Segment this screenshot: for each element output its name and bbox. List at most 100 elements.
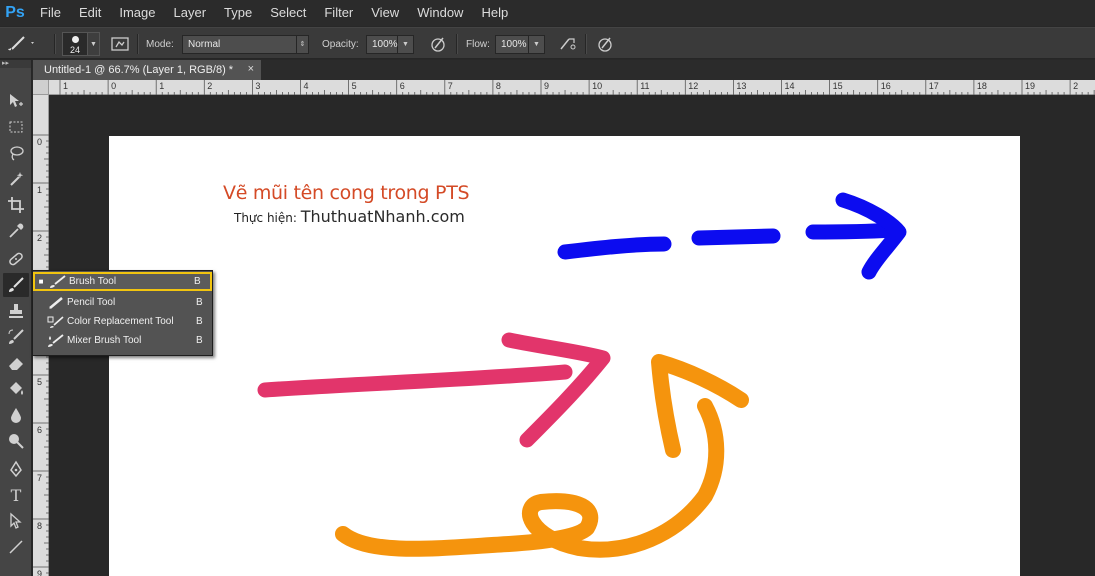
menu-layer[interactable]: Layer: [165, 0, 216, 26]
menu-window[interactable]: Window: [408, 0, 472, 26]
menu-help[interactable]: Help: [472, 0, 517, 26]
pressure-opacity-icon: [431, 37, 445, 52]
paint-bucket-tool[interactable]: [3, 377, 29, 401]
flow-value: 100%: [495, 34, 529, 54]
menu-bar: Ps File Edit Image Layer Type Select Fil…: [0, 0, 1095, 26]
type-tool[interactable]: T: [3, 483, 29, 507]
paint-bucket-icon: [10, 382, 23, 395]
ruler-tick-label: 4: [304, 81, 309, 91]
color-replacement-icon: [45, 314, 67, 330]
flyout-item-mixer-brush-tool[interactable]: Mixer Brush Tool B: [33, 331, 212, 350]
toolbox-grip[interactable]: ▸▸: [0, 60, 31, 68]
menu-filter[interactable]: Filter: [315, 0, 362, 26]
ruler-tick-label: 12: [688, 81, 698, 91]
magic-wand-tool[interactable]: [3, 167, 29, 191]
dodge-tool[interactable]: [3, 429, 29, 453]
close-icon[interactable]: ×: [248, 63, 254, 75]
mode-select[interactable]: Normal ⇕: [182, 28, 309, 60]
crop-icon: [8, 197, 24, 213]
path-selection-tool[interactable]: [3, 509, 29, 533]
brush-icon: [9, 277, 24, 292]
menu-edit[interactable]: Edit: [70, 0, 110, 26]
brush-preset-icon: [6, 33, 36, 56]
ruler-tick-label: 8: [37, 521, 42, 531]
ruler-tick-label: 16: [881, 81, 891, 91]
ruler-tick-label: 19: [1025, 81, 1035, 91]
flow-field[interactable]: 100% ▼: [495, 28, 545, 60]
eyedropper-tool[interactable]: [3, 219, 29, 243]
opacity-field[interactable]: 100% ▼: [366, 28, 414, 60]
ruler-tick-label: 1: [159, 81, 164, 91]
brush-panel-toggle[interactable]: [110, 28, 130, 60]
airbrush-button[interactable]: [557, 28, 579, 60]
eraser-tool[interactable]: [3, 351, 29, 375]
lasso-icon: [10, 146, 24, 161]
opacity-value: 100%: [366, 34, 398, 54]
menu-file[interactable]: File: [30, 0, 70, 26]
pen-tool[interactable]: [3, 457, 29, 481]
ruler-tick-label: 2: [1073, 81, 1078, 91]
document-tab-strip: Untitled-1 @ 66.7% (Layer 1, RGB/8) * ×: [33, 60, 1095, 80]
blur-tool[interactable]: [3, 403, 29, 427]
ruler-tick-label: 2: [37, 233, 42, 243]
shortcut-key: B: [196, 316, 203, 327]
brush-icon: [47, 274, 69, 290]
ruler-tick-label: 5: [352, 81, 357, 91]
flyout-item-pencil-tool[interactable]: Pencil Tool B: [33, 293, 212, 312]
type-icon: T: [10, 485, 22, 505]
pressure-size-button[interactable]: [595, 28, 615, 60]
magic-wand-icon: [10, 172, 24, 186]
healing-brush-tool[interactable]: [3, 247, 29, 271]
document-tab-title: Untitled-1 @ 66.7% (Layer 1, RGB/8) *: [44, 64, 234, 76]
ruler-origin[interactable]: [33, 80, 49, 95]
dodge-icon: [9, 434, 24, 449]
tool-preset-picker[interactable]: [6, 28, 36, 60]
pressure-opacity-button[interactable]: [428, 28, 448, 60]
history-brush-tool[interactable]: [3, 325, 29, 349]
brush-preview: 24: [62, 32, 88, 56]
bandage-icon: [9, 252, 23, 266]
chevron-down-icon[interactable]: ▼: [529, 34, 545, 54]
ruler-tick-label: 3: [255, 81, 260, 91]
move-tool[interactable]: [3, 89, 29, 113]
ruler-tick-label: 8: [496, 81, 501, 91]
flyout-item-brush-tool[interactable]: ■ Brush Tool B: [33, 272, 212, 291]
ruler-tick-label: 0: [111, 81, 116, 91]
path-selection-icon: [10, 512, 22, 529]
ruler-tick-label: 10: [592, 81, 602, 91]
lasso-tool[interactable]: [3, 141, 29, 165]
orange-arrow: [335, 354, 749, 558]
airbrush-icon: [560, 38, 576, 50]
ruler-horizontal[interactable]: 1 0 1 2 3 4 5 6 7 8 9 10 11 12 13 14 15 16 17 18 19 2: [49, 80, 1095, 95]
brush-tool[interactable]: [3, 273, 29, 297]
flyout-item-label: Brush Tool: [69, 276, 117, 287]
document-canvas[interactable]: Vẽ mũi tên cong trong PTS Thực hiện: Thu…: [109, 136, 1020, 576]
shortcut-key: B: [196, 335, 203, 346]
line-tool[interactable]: [3, 535, 29, 559]
marquee-tool[interactable]: [3, 115, 29, 139]
clone-stamp-tool[interactable]: [3, 299, 29, 323]
flyout-item-color-replacement-tool[interactable]: Color Replacement Tool B: [33, 312, 212, 331]
document-tab[interactable]: Untitled-1 @ 66.7% (Layer 1, RGB/8) * ×: [33, 60, 261, 80]
menu-view[interactable]: View: [362, 0, 408, 26]
ruler-tick-label: 1: [63, 81, 68, 91]
ruler-tick-label: 17: [929, 81, 939, 91]
history-brush-icon: [8, 329, 24, 344]
ruler-tick-label: 7: [37, 473, 42, 483]
ruler-tick-label: 11: [640, 81, 649, 91]
chevron-down-icon[interactable]: ▼: [88, 32, 100, 56]
menu-image[interactable]: Image: [110, 0, 164, 26]
menu-type[interactable]: Type: [215, 0, 261, 26]
brush-size-picker[interactable]: 24 ▼: [62, 28, 100, 60]
ruler-tick-label: 6: [37, 425, 42, 435]
eraser-icon: [9, 358, 23, 370]
ruler-tick-label: 14: [785, 81, 795, 91]
ruler-tick-label: 7: [448, 81, 453, 91]
menu-select[interactable]: Select: [261, 0, 315, 26]
pink-arrow: [257, 332, 611, 448]
chevron-down-icon[interactable]: ▼: [398, 34, 414, 54]
flyout-item-label: Mixer Brush Tool: [67, 335, 142, 346]
eyedropper-icon: [9, 223, 24, 238]
blue-arrow: [557, 192, 907, 280]
crop-tool[interactable]: [3, 193, 29, 217]
